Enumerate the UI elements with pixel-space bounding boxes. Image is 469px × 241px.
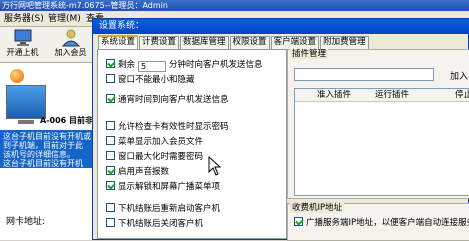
tab-permissions[interactable]: 权限设置 [229, 36, 270, 49]
add-member-icon [61, 29, 80, 47]
column-header-admit[interactable]: 准入插件 [317, 89, 351, 102]
plugin-path-input[interactable] [294, 68, 434, 81]
warning-line: 该机号的详细信息。 [3, 150, 75, 159]
setting-label: 分钟时向客户机发送信息 [169, 60, 263, 70]
open-machine-label: 开通上机 [6, 48, 39, 57]
setting-label: 下机结账后重新启动客户机 [118, 204, 221, 214]
checkbox-broadcast-ip[interactable] [294, 217, 303, 226]
setting-no-minimize[interactable]: 窗口不能最小和隐藏 [106, 74, 195, 86]
setting-shutdown-after-checkout[interactable]: 下机结账后关闭客户机 [106, 218, 203, 230]
status-orb-icon [10, 69, 24, 83]
checkbox-show-password[interactable] [106, 121, 115, 130]
tab-database[interactable]: 数据库管理 [180, 36, 229, 49]
checkbox-maximize-password[interactable] [106, 151, 115, 160]
app-title-bar: 万行网吧管理系统-m7.0675--管理员：Admin [0, 0, 469, 11]
monitor-icon [6, 85, 46, 119]
warning-line: 到子机端，目前对于此 [3, 141, 83, 150]
warning-line: 这台子机目前没有开机 [3, 159, 83, 168]
checkbox-voice-count[interactable] [106, 166, 115, 175]
setting-label: 下机结账后关闭客户机 [118, 219, 204, 229]
setting-label: 窗口不能最小和隐藏 [118, 75, 195, 85]
setting-show-password[interactable]: 允许检查卡有效性时显示密码 [106, 121, 229, 133]
settings-dialog: 设置系统： 系统设置 计费设置 数据库管理 权限设置 客户端设置 附加费管理 剩余 5 分钟时… [92, 18, 469, 241]
menu-manage[interactable]: 管理(M) [48, 13, 81, 25]
open-machine-button[interactable]: 开通上机 [0, 27, 45, 63]
add-plugin-button[interactable]: 加入 [450, 69, 468, 82]
ip-group-title: 收费机IP地址 [290, 203, 345, 213]
plugin-list-header: 准入插件 运行插件 停止 [295, 89, 469, 102]
warning-line: 这台子机目前没有开机或 [3, 132, 91, 141]
computer-icon [14, 29, 31, 46]
add-member-button[interactable]: 加入会员 [48, 27, 93, 63]
dialog-title-bar: 设置系统： [93, 19, 469, 34]
toolbar: 开通上机 加入会员 [0, 27, 94, 63]
checkbox-remaining-minutes[interactable] [106, 59, 115, 68]
plugin-group-title: 插件管理 [290, 49, 329, 59]
setting-label: 窗口最大化时需要密码 [118, 152, 204, 162]
column-header-running[interactable]: 运行插件 [375, 89, 409, 102]
checkbox-unlock-broadcast[interactable] [106, 181, 115, 190]
setting-overnight-message[interactable]: 通宵时间到向客户机发送信息 [106, 94, 229, 106]
tab-client[interactable]: 客户端设置 [270, 36, 320, 49]
settings-tabs: 系统设置 计费设置 数据库管理 权限设置 客户端设置 附加费管理 [98, 35, 370, 49]
column-header-stop[interactable]: 停止 [455, 89, 469, 102]
checkbox-menu-add-member[interactable] [106, 136, 115, 145]
client-warning: 这台子机目前没有开机或 到子机端，目前对于此 该机号的详细信息。 这台子机目前没… [0, 130, 94, 168]
menu-server[interactable]: 服务器(S) [4, 13, 44, 25]
checkbox-no-minimize[interactable] [106, 74, 115, 83]
system-settings-panel: 剩余 5 分钟时向客户机发送信息 窗口不能最小和隐藏 通宵时间到向客户机发送信息 允… [97, 49, 287, 239]
add-member-label: 加入会员 [54, 48, 87, 57]
setting-unlock-broadcast[interactable]: 显示解锁和屏幕广播菜单项 [106, 181, 220, 193]
setting-label: 通宵时间到向客户机发送信息 [118, 95, 229, 105]
app-title: 万行网吧管理系统-m7.0675--管理员：Admin [2, 1, 168, 10]
checkbox-shutdown-after-checkout[interactable] [106, 218, 115, 227]
mouse-cursor-icon [208, 156, 222, 176]
setting-maximize-password[interactable]: 窗口最大化时需要密码 [106, 151, 203, 163]
tab-system[interactable]: 系统设置 [98, 35, 139, 49]
checkbox-overnight-message[interactable] [106, 94, 115, 103]
plugin-list[interactable]: 准入插件 运行插件 停止 [294, 88, 469, 196]
setting-label: 允许检查卡有效性时显示密码 [118, 122, 229, 132]
setting-label: 显示解锁和屏幕广播菜单项 [118, 182, 221, 192]
setting-label: 剩余 [118, 60, 136, 70]
setting-remaining-minutes[interactable]: 剩余 5 分钟时向客户机发送信息 [106, 59, 263, 72]
checkbox-restart-after-checkout[interactable] [106, 203, 115, 212]
dialog-title: 设置系统： [99, 21, 145, 31]
setting-menu-add-member[interactable]: 菜单显示加入会员文件 [106, 136, 203, 148]
tab-surcharge[interactable]: 附加费管理 [320, 36, 369, 49]
tab-billing[interactable]: 计费设置 [139, 36, 180, 49]
setting-broadcast-ip[interactable]: 广播服务端IP地址，以便客户端自动连接服务 [294, 216, 469, 228]
setting-restart-after-checkout[interactable]: 下机结账后重新启动客户机 [106, 203, 220, 215]
mac-address-label: 网卡地址: [6, 217, 46, 227]
setting-voice-count[interactable]: 启用声音报数 [106, 166, 169, 178]
monitor-stand [18, 120, 34, 124]
setting-label: 广播服务端IP地址，以便客户端自动连接服务 [306, 218, 469, 228]
minutes-stepper[interactable]: 5 [138, 61, 167, 72]
setting-label: 菜单显示加入会员文件 [118, 137, 204, 147]
setting-label: 启用声音报数 [118, 167, 170, 177]
client-info-panel: A-006 目前非 这台子机目前没有开机或 到子机端，目前对于此 该机号的详细信… [0, 63, 94, 240]
pc-name: A-006 目前非 [40, 116, 93, 125]
plugin-management-group: 插件管理 加入 准入插件 运行插件 停止 [287, 49, 469, 199]
billing-ip-group: 收费机IP地址 广播服务端IP地址，以便客户端自动连接服务 [287, 203, 469, 241]
